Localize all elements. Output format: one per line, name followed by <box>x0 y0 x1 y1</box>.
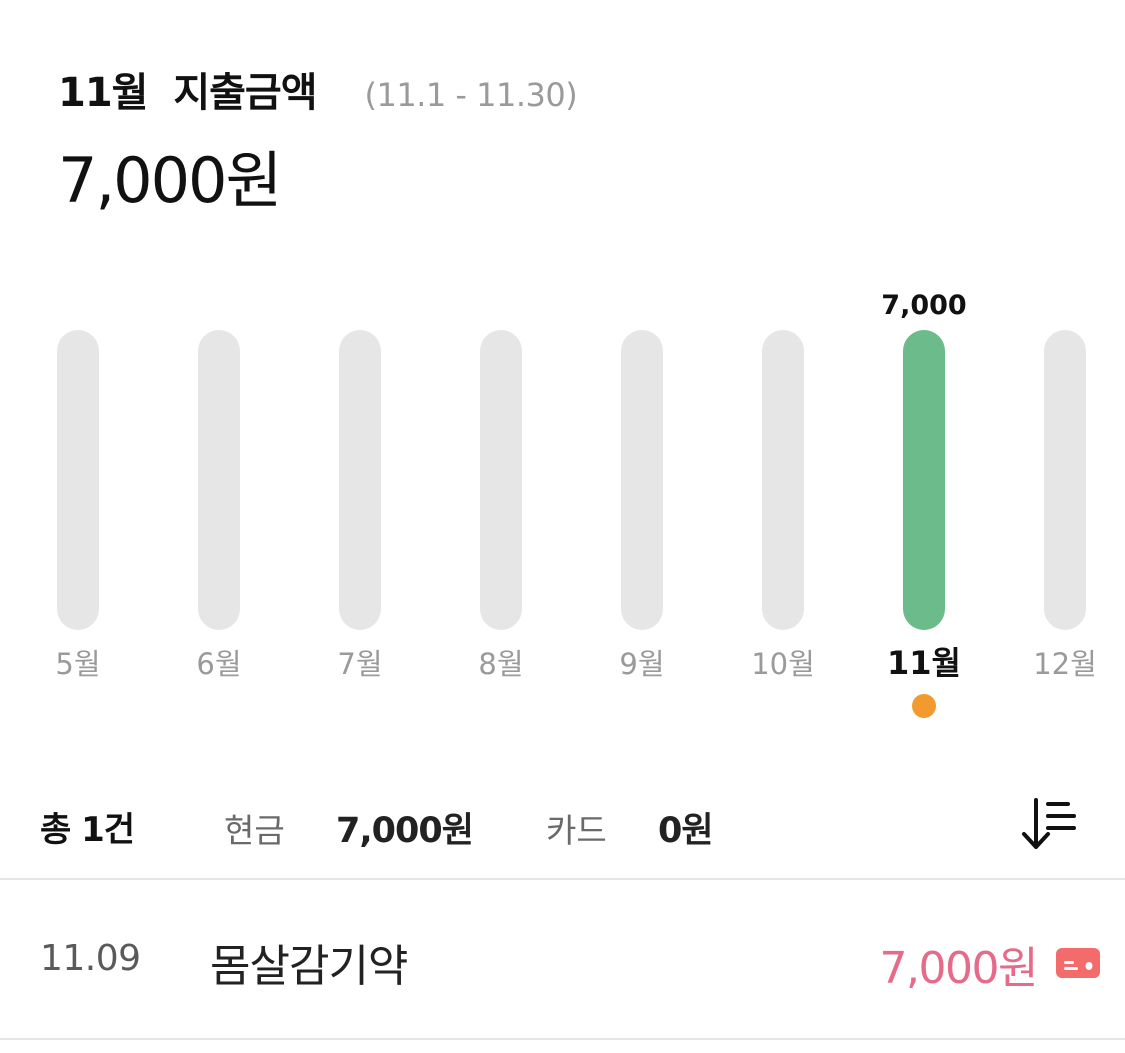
transaction-amount: 7,000원 <box>879 943 1039 994</box>
transaction-name: 몸살감기약 <box>210 941 408 992</box>
transaction-row[interactable]: 11.09 몸살감기약 7,000원 <box>0 890 1125 1038</box>
total-amount: 7,000원 <box>58 144 283 217</box>
chart-tick-label[interactable]: 12월 <box>1033 647 1097 681</box>
chart-tick-label[interactable]: 7월 <box>337 647 382 681</box>
chart-tick-label[interactable]: 5월 <box>55 647 100 681</box>
chart-bar-12월[interactable] <box>1044 330 1086 630</box>
chart-bar-7월[interactable] <box>339 330 381 630</box>
cash-value: 7,000원 <box>336 811 474 851</box>
divider <box>0 878 1125 880</box>
sort-button[interactable] <box>1018 790 1082 854</box>
card-value: 0원 <box>658 811 714 851</box>
chart-tick-label[interactable]: 9월 <box>619 647 664 681</box>
chart-bar-11월[interactable] <box>903 330 945 630</box>
divider <box>0 1038 1125 1040</box>
chart-tick-label[interactable]: 8월 <box>478 647 523 681</box>
chart-tick-label[interactable]: 11월 <box>887 644 961 682</box>
chart-tick-label[interactable]: 10월 <box>751 647 815 681</box>
chart-value-label: 7,000 <box>881 290 966 321</box>
summary-total-count: 총 1건 <box>40 810 135 850</box>
chart-bar-10월[interactable] <box>762 330 804 630</box>
chart-bar-8월[interactable] <box>480 330 522 630</box>
cash-label: 현금 <box>224 811 285 850</box>
card-payment-icon <box>1056 948 1100 978</box>
sort-descending-icon <box>1022 798 1076 849</box>
transaction-date: 11.09 <box>40 938 141 979</box>
card-label: 카드 <box>546 811 607 850</box>
header-title-row: 11월 지출금액 (11.1 - 11.30) <box>58 60 578 120</box>
date-range: (11.1 - 11.30) <box>364 76 578 114</box>
chart-bar-6월[interactable] <box>198 330 240 630</box>
monthly-bar-chart: 7,000 5월 6월 7월 8월 9월 10월 11월 12월 <box>55 290 1097 718</box>
selected-month-dot <box>912 694 936 718</box>
chart-tick-label[interactable]: 6월 <box>196 647 241 681</box>
chart-bar-9월[interactable] <box>621 330 663 630</box>
summary-row: 총 1건 현금 7,000원 카드 0원 <box>0 790 1125 870</box>
page-title: 11월 지출금액 <box>58 70 318 116</box>
chart-bar-5월[interactable] <box>57 330 99 630</box>
